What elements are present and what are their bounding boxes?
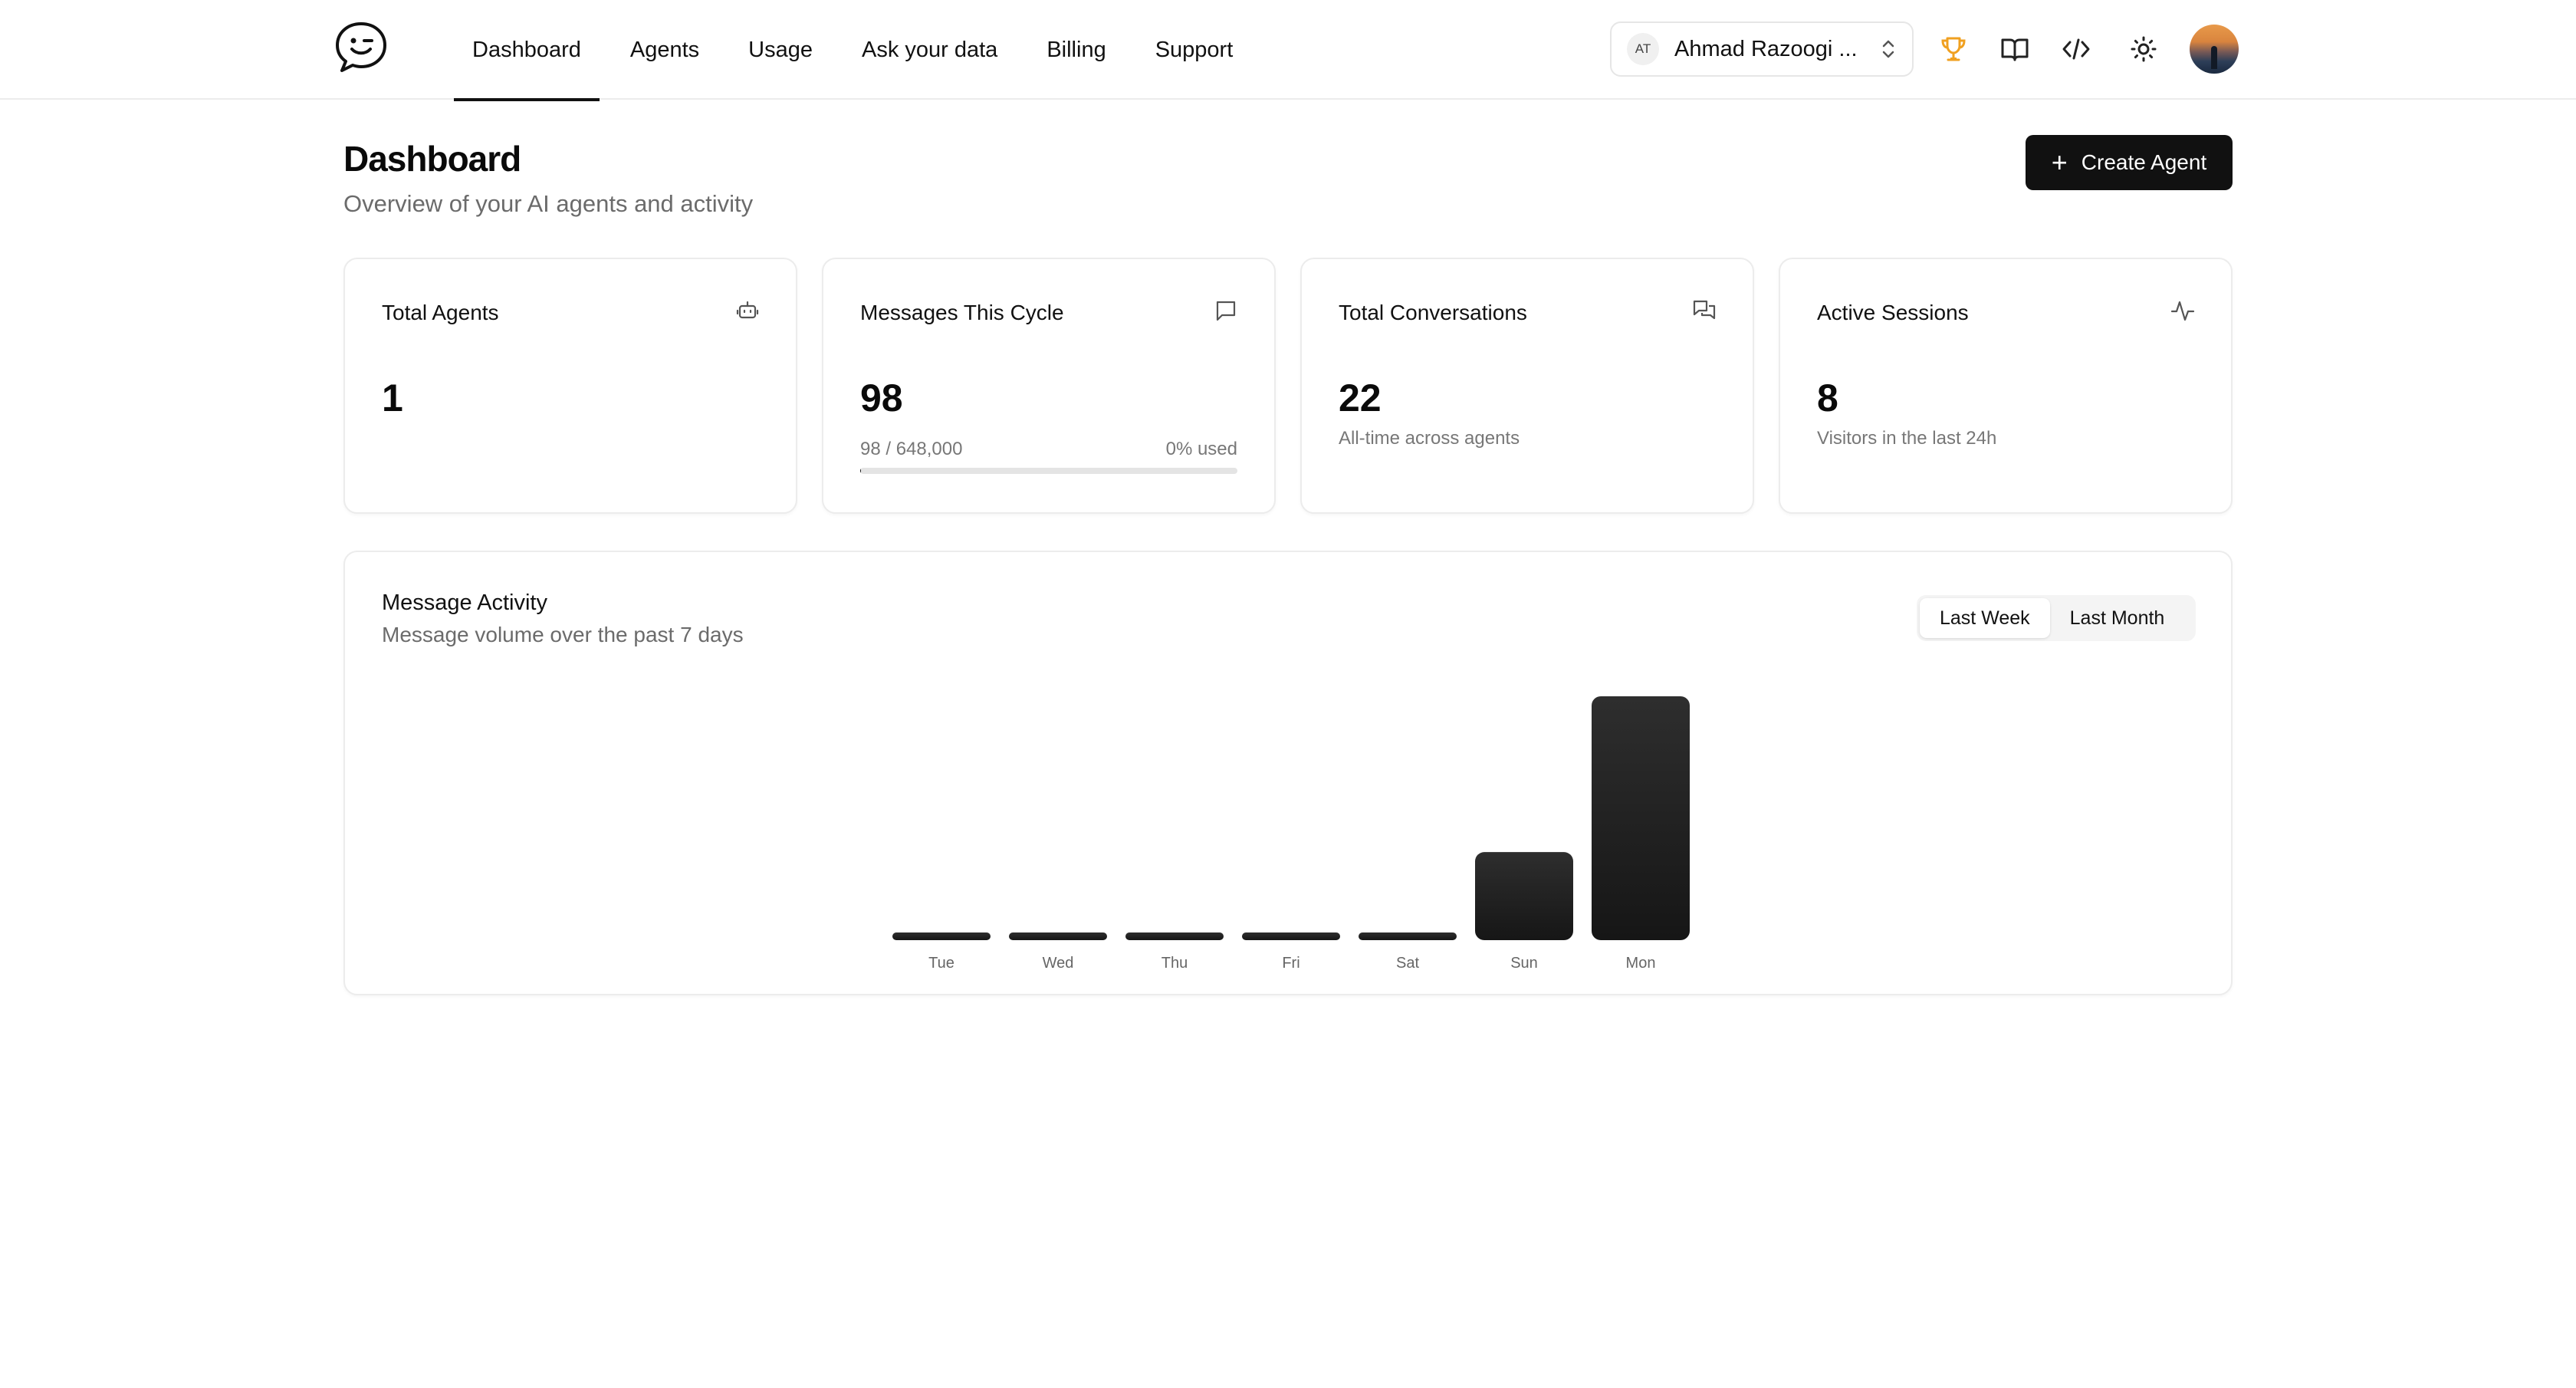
docs-button[interactable] (1995, 29, 2035, 69)
main-nav: Dashboard Agents Usage Ask your data Bil… (454, 0, 1263, 101)
message-icon (1216, 301, 1236, 321)
workspace-switcher[interactable]: AT Ahmad Razoogi ... (1610, 21, 1914, 77)
card-title: Messages This Cycle (860, 301, 1064, 324)
stat-value: 22 (1339, 377, 1382, 419)
theme-toggle-button[interactable] (2124, 29, 2164, 69)
x-tick-mon: Mon (1626, 955, 1656, 972)
usage-count: 98 / 648,000 (860, 439, 963, 459)
bar-tue[interactable] (892, 932, 991, 940)
chevrons-up-down-icon (1882, 40, 1894, 58)
logo-wink-icon[interactable] (333, 20, 389, 74)
nav-dashboard[interactable]: Dashboard (454, 0, 600, 101)
stat-card-active-sessions: Active Sessions 8 Visitors in the last 2… (1779, 258, 2233, 514)
page-subtitle: Overview of your AI agents and activity (343, 190, 754, 217)
plus-icon: + (2051, 146, 2068, 178)
usage-percent: 0% used (1165, 439, 1237, 459)
stat-card-messages-this-cycle: Messages This Cycle 98 98 / 648,000 0% u… (822, 258, 1276, 514)
nav-usage[interactable]: Usage (730, 0, 831, 100)
stat-note: Visitors in the last 24h (1817, 428, 1997, 449)
activity-icon (2170, 301, 2195, 321)
usage-progress-bar (860, 468, 1237, 474)
x-tick-wed: Wed (1043, 955, 1074, 972)
trophy-icon (1941, 37, 1966, 61)
x-tick-sun: Sun (1510, 955, 1538, 972)
nav-ask-your-data[interactable]: Ask your data (843, 0, 1016, 100)
x-tick-sat: Sat (1396, 955, 1419, 972)
book-icon (2001, 38, 2029, 61)
stat-value: 98 (860, 377, 903, 419)
card-title: Total Conversations (1339, 301, 1527, 324)
stat-value: 1 (382, 377, 403, 419)
message-activity-chart: Tue Wed Thu Fri Sat Sun Mon (892, 696, 1690, 972)
messages-icon (1693, 300, 1716, 320)
bar-fri[interactable] (1242, 932, 1340, 940)
message-activity-panel: Message Activity Message volume over the… (343, 551, 2233, 995)
user-avatar[interactable] (2190, 25, 2239, 74)
bar-sat[interactable] (1359, 932, 1457, 940)
create-agent-label: Create Agent (2081, 150, 2207, 174)
card-title: Active Sessions (1817, 301, 1969, 324)
nav-billing[interactable]: Billing (1028, 0, 1124, 100)
nav-agents[interactable]: Agents (612, 0, 718, 100)
stat-value: 8 (1817, 377, 1838, 419)
x-tick-thu: Thu (1162, 955, 1188, 972)
workspace-name: Ahmad Razoogi ... (1674, 36, 1858, 61)
workspace-avatar: AT (1627, 33, 1659, 65)
top-navbar: Dashboard Agents Usage Ask your data Bil… (0, 0, 2576, 101)
bar-wed[interactable] (1009, 932, 1107, 940)
create-agent-button[interactable]: + Create Agent (2026, 135, 2233, 190)
stat-card-total-agents: Total Agents 1 (343, 258, 797, 514)
trophy-button[interactable] (1934, 29, 1973, 69)
code-icon (2062, 38, 2090, 60)
bar-sun[interactable] (1475, 852, 1573, 940)
bar-thu[interactable] (1125, 932, 1224, 940)
bot-icon (736, 301, 759, 319)
x-tick-fri: Fri (1282, 955, 1300, 972)
bar-mon[interactable] (1592, 696, 1690, 940)
page-title: Dashboard (343, 139, 521, 179)
embed-code-button[interactable] (2056, 29, 2096, 69)
stat-note: All-time across agents (1339, 428, 1520, 449)
nav-support[interactable]: Support (1137, 0, 1252, 100)
card-title: Total Agents (382, 301, 499, 324)
sun-icon (2131, 36, 2157, 62)
x-tick-tue: Tue (928, 955, 955, 972)
stat-card-total-conversations: Total Conversations 22 All-time across a… (1300, 258, 1754, 514)
